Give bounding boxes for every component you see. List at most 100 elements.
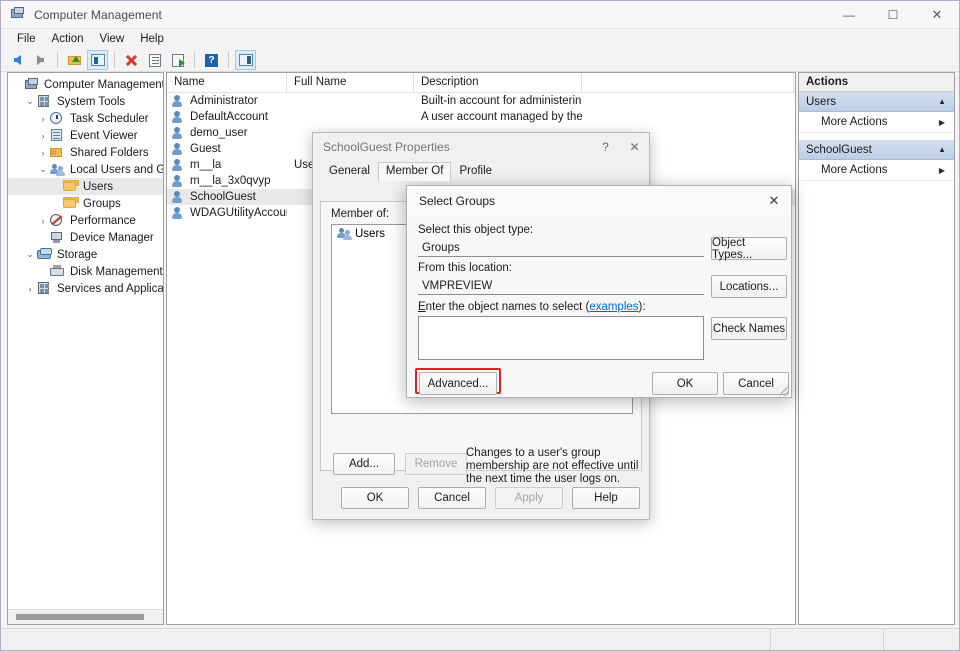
advanced-button[interactable]: Advanced... [419, 372, 497, 395]
tree-item-users[interactable]: Users [8, 178, 163, 195]
storage-icon [37, 247, 53, 262]
chevron-right-icon[interactable]: › [23, 284, 37, 294]
status-bar [1, 628, 959, 650]
properties-icon[interactable] [144, 50, 165, 70]
object-names-input[interactable] [418, 316, 704, 360]
menu-action[interactable]: Action [44, 31, 92, 47]
chevron-down-icon[interactable]: ⌄ [36, 164, 50, 175]
actions-group-header-schoolguest[interactable]: SchoolGuest ▲ [799, 140, 954, 160]
menu-view[interactable]: View [92, 31, 133, 47]
tree-item-device-manager[interactable]: Device Manager [8, 229, 163, 246]
user-icon [172, 126, 186, 140]
services-applications-icon [37, 281, 53, 296]
tree-item-task-scheduler[interactable]: › Task Scheduler [8, 110, 163, 127]
chevron-down-icon[interactable]: ⌄ [23, 96, 37, 107]
tree-item-computer-management-local[interactable]: Computer Management (Local [8, 76, 163, 93]
properties-ok-button[interactable]: OK [341, 487, 409, 509]
action-item-more-actions[interactable]: More Actions ▶ [799, 160, 954, 181]
properties-help-footer-button[interactable]: Help [572, 487, 640, 509]
maximize-button[interactable]: ☐ [871, 1, 915, 29]
help-icon[interactable]: ? [201, 50, 222, 70]
from-location-field[interactable]: VMPREVIEW [418, 277, 704, 295]
computer-management-window: Computer Management — ☐ ✕ File Action Vi… [0, 0, 960, 651]
chevron-right-icon[interactable]: › [36, 114, 50, 124]
table-row[interactable]: DefaultAccount A user account managed by … [167, 109, 795, 125]
tab-profile[interactable]: Profile [451, 162, 500, 181]
properties-help-button[interactable]: ? [591, 134, 620, 160]
tree-item-groups[interactable]: Groups [8, 195, 163, 212]
back-icon[interactable] [7, 50, 28, 70]
user-name-cell: DefaultAccount [167, 110, 287, 124]
check-names-button[interactable]: Check Names [711, 317, 787, 340]
tab-general[interactable]: General [321, 162, 378, 181]
tree-item-label: Storage [57, 248, 98, 261]
chevron-right-icon[interactable]: › [36, 148, 50, 158]
column-header-blank[interactable] [582, 73, 794, 92]
console-tree-pane: Computer Management (Local ⌄ System Tools ›… [7, 72, 164, 625]
examples-link[interactable]: examples [589, 301, 638, 313]
collapse-caret-icon[interactable]: ▲ [938, 97, 946, 106]
select-groups-ok-button[interactable]: OK [652, 372, 718, 395]
add-button[interactable]: Add... [333, 453, 395, 475]
system-tools-icon [37, 94, 53, 109]
tree-scrollbar-thumb[interactable] [16, 614, 144, 620]
object-names-label-accel: E [418, 301, 426, 313]
close-button[interactable]: ✕ [915, 1, 959, 29]
export-list-icon[interactable] [167, 50, 188, 70]
action-item-more-actions[interactable]: More Actions ▶ [799, 112, 954, 133]
show-hide-console-tree-icon[interactable] [87, 50, 108, 70]
toolbar-separator [57, 52, 58, 68]
column-header-name[interactable]: Name [167, 73, 287, 92]
user-name-cell: Administrator [167, 94, 287, 108]
tree-item-shared-folders[interactable]: › Shared Folders [8, 144, 163, 161]
tree-horizontal-scrollbar[interactable] [8, 609, 163, 624]
resize-grip-icon[interactable] [779, 386, 789, 396]
actions-group-header-users[interactable]: Users ▲ [799, 92, 954, 112]
tree-item-storage[interactable]: ⌄ Storage [8, 246, 163, 263]
forward-icon[interactable] [30, 50, 51, 70]
chevron-down-icon[interactable]: ⌄ [23, 249, 37, 260]
toolbar-separator [194, 52, 195, 68]
object-type-field[interactable]: Groups [418, 239, 704, 257]
user-name-label: demo_user [190, 127, 248, 139]
user-name-label: Guest [190, 143, 221, 155]
user-name-cell: WDAGUtilityAccount [167, 206, 287, 220]
add-remove-button-row: Add... Remove [333, 453, 467, 475]
properties-cancel-button[interactable]: Cancel [418, 487, 486, 509]
tab-member-of[interactable]: Member Of [377, 162, 452, 181]
up-one-level-icon[interactable] [64, 50, 85, 70]
menubar: File Action View Help [1, 29, 959, 49]
delete-icon[interactable] [121, 50, 142, 70]
status-bar-segment-3 [884, 629, 959, 650]
user-name-cell: demo_user [167, 126, 287, 140]
tree-item-local-users-and-groups[interactable]: ⌄ Local Users and Groups [8, 161, 163, 178]
column-header-description[interactable]: Description [414, 73, 582, 92]
minimize-button[interactable]: — [827, 1, 871, 29]
tree-item-system-tools[interactable]: ⌄ System Tools [8, 93, 163, 110]
chevron-right-icon[interactable]: › [36, 131, 50, 141]
table-row[interactable]: Administrator Built-in account for admini… [167, 93, 795, 109]
menu-file[interactable]: File [9, 31, 44, 47]
locations-button[interactable]: Locations... [711, 275, 787, 298]
tree-item-event-viewer[interactable]: › Event Viewer [8, 127, 163, 144]
tree-item-performance[interactable]: › Performance [8, 212, 163, 229]
chevron-right-icon[interactable]: › [36, 216, 50, 226]
actions-group-header-label: Users [806, 95, 837, 108]
tree-item-services-and-applications[interactable]: › Services and Applications [8, 280, 163, 297]
device-manager-icon [50, 231, 66, 245]
tree-item-disk-management[interactable]: Disk Management [8, 263, 163, 280]
user-name-label: Administrator [190, 95, 258, 107]
toolbar-separator [228, 52, 229, 68]
menu-help[interactable]: Help [132, 31, 172, 47]
object-types-button[interactable]: Object Types... [711, 237, 787, 261]
properties-close-button[interactable]: ✕ [620, 134, 649, 160]
shared-folders-icon [50, 146, 66, 160]
column-header-full-name[interactable]: Full Name [287, 73, 414, 92]
status-bar-segment-2 [771, 629, 884, 650]
collapse-caret-icon[interactable]: ▲ [938, 145, 946, 154]
task-scheduler-icon [50, 111, 66, 126]
show-hide-action-pane-icon[interactable] [235, 50, 256, 70]
window-titlebar: Computer Management — ☐ ✕ [1, 1, 959, 29]
actions-group-spacer [799, 181, 954, 188]
select-groups-close-button[interactable]: ✕ [757, 187, 791, 215]
